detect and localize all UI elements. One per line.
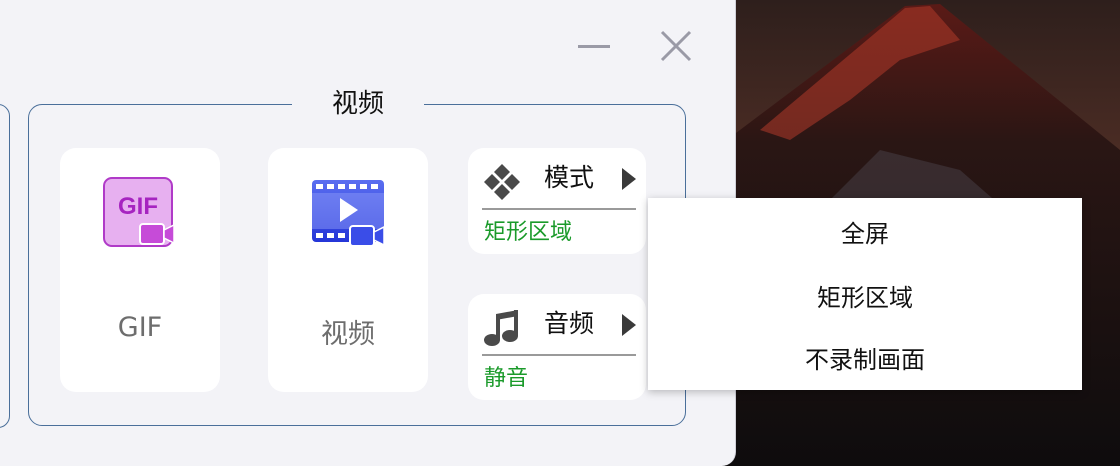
minimize-icon: [578, 45, 610, 48]
mode-diamonds-icon: [484, 164, 520, 200]
video-card-label: 视频: [321, 319, 375, 350]
audio-option[interactable]: 音频 静音: [468, 294, 646, 400]
close-icon: [660, 30, 692, 62]
mode-option[interactable]: 模式 矩形区域: [468, 148, 646, 254]
group-title: 视频: [292, 84, 424, 124]
gif-card[interactable]: GIF GIF: [60, 148, 220, 392]
audio-value: 静音: [484, 366, 529, 391]
svg-text:GIF: GIF: [118, 193, 158, 220]
mode-divider: [482, 208, 636, 210]
recorder-panel: 视频 GIF GIF 视频 模式 矩形区域 音频 静音: [0, 0, 736, 466]
mode-title: 模式: [544, 163, 595, 192]
music-note-icon: [484, 310, 518, 346]
video-card[interactable]: 视频: [268, 148, 428, 392]
mode-value: 矩形区域: [484, 220, 573, 245]
previous-group-frame: [0, 104, 10, 428]
menu-item-rect-region[interactable]: 矩形区域: [648, 266, 1082, 330]
audio-title: 音频: [544, 309, 595, 338]
gif-card-label: GIF: [117, 312, 163, 343]
mode-dropdown-menu: 全屏 矩形区域 不录制画面: [648, 198, 1082, 390]
gif-record-icon: GIF: [103, 177, 175, 247]
menu-item-no-capture[interactable]: 不录制画面: [648, 328, 1082, 392]
menu-item-fullscreen[interactable]: 全屏: [648, 202, 1082, 266]
video-record-icon: [312, 180, 385, 247]
audio-divider: [482, 354, 636, 356]
close-button[interactable]: [656, 26, 696, 66]
minimize-button[interactable]: [574, 28, 614, 64]
expand-right-icon: [622, 168, 636, 190]
expand-right-icon: [622, 314, 636, 336]
